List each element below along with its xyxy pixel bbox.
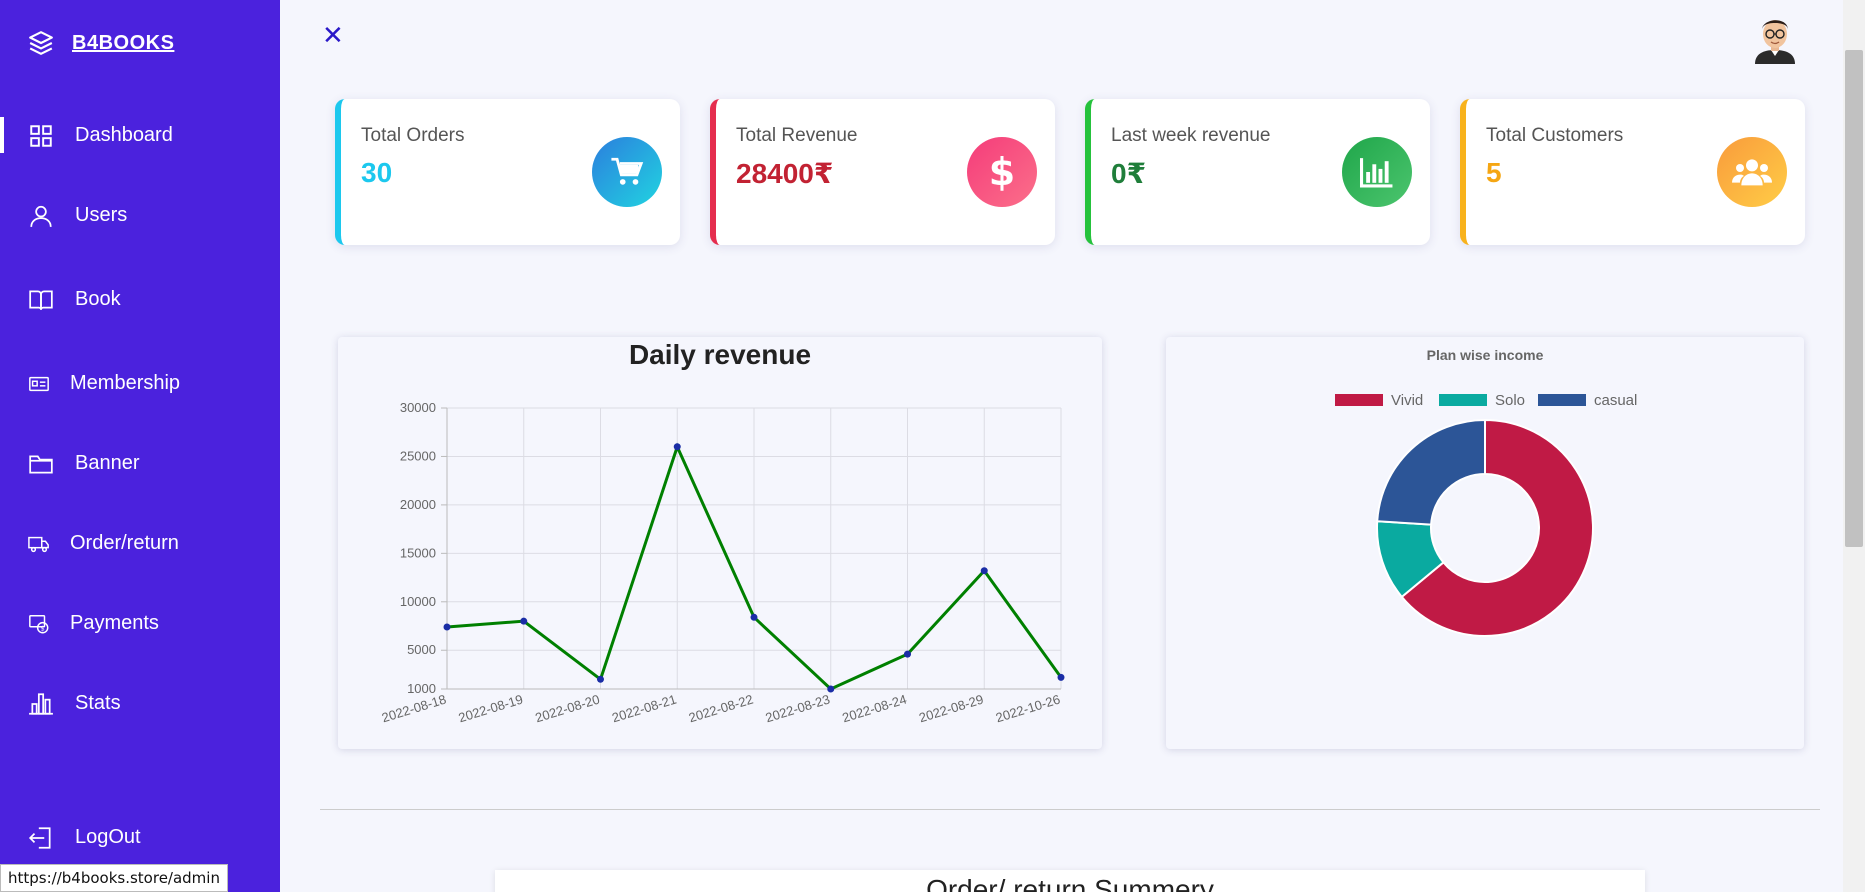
scrollbar-thumb[interactable]	[1845, 50, 1863, 547]
y-tick-label: 15000	[400, 545, 436, 560]
svg-text:$: $	[41, 624, 45, 632]
user-icon	[30, 205, 52, 227]
cart-icon	[592, 137, 662, 207]
sidebar-item-stats[interactable]: Stats	[0, 679, 280, 727]
x-tick-label: 2022-08-19	[457, 692, 525, 726]
data-point[interactable]	[673, 443, 681, 451]
layers-icon	[29, 31, 53, 55]
card-icon	[29, 376, 49, 392]
x-tick-label: 2022-08-22	[687, 692, 755, 726]
folder-icon	[29, 455, 53, 474]
logout-label: LogOut	[75, 826, 141, 848]
sidebar-item-label: Banner	[75, 452, 140, 474]
x-tick-label: 2022-08-18	[380, 692, 448, 726]
sidebar-item-label: Book	[75, 288, 121, 310]
stat-value: 0₹	[1111, 158, 1147, 189]
pie-slice[interactable]	[1376, 418, 1486, 526]
legend-label: casual	[1594, 392, 1637, 409]
x-tick-label: 2022-08-23	[764, 692, 832, 726]
sidebar-item-users[interactable]: Users	[0, 191, 280, 239]
x-tick-label: 2022-08-21	[610, 692, 678, 726]
sidebar-item-dashboard[interactable]: Dashboard	[0, 111, 280, 159]
sidebar-item-label: Stats	[75, 692, 121, 714]
stat-title: Total Customers	[1486, 125, 1624, 146]
legend-swatch	[1335, 394, 1383, 406]
data-point[interactable]	[1057, 673, 1065, 681]
chart-title: Daily revenue	[629, 339, 811, 370]
data-point[interactable]	[520, 617, 528, 625]
data-point[interactable]	[750, 613, 758, 621]
data-point[interactable]	[904, 650, 911, 658]
sidebar-item-membership[interactable]: Membership	[0, 359, 280, 407]
legend-label: Solo	[1495, 392, 1525, 409]
stat-card-total-orders: Total Orders 30	[335, 99, 680, 245]
y-tick-label: 5000	[407, 642, 436, 657]
sidebar-item-label: Order/return	[70, 532, 179, 554]
x-tick-label: 2022-08-29	[917, 692, 985, 726]
legend-label: Vivid	[1391, 392, 1423, 409]
sidebar-item-label: Payments	[70, 612, 159, 634]
close-icon[interactable]: ✕	[322, 22, 344, 48]
logout-icon	[28, 827, 51, 849]
sidebar-item-label: Dashboard	[75, 124, 173, 146]
stat-title: Last week revenue	[1111, 125, 1271, 146]
data-point[interactable]	[980, 567, 988, 575]
stat-value: 30	[361, 157, 393, 188]
x-tick-label: 2022-08-20	[533, 692, 601, 726]
logout-link[interactable]: LogOut	[0, 813, 280, 861]
bar-chart-icon	[1342, 137, 1412, 207]
bar-chart-icon	[29, 693, 53, 715]
y-tick-label: 30000	[400, 400, 436, 415]
order-return-summary: Order/ return Summery	[495, 870, 1645, 892]
plan-wise-income-chart: Plan wise income Vivid Solo casual	[1166, 337, 1804, 749]
x-tick-label: 2022-10-26	[994, 692, 1062, 726]
pie-chart-svg: Plan wise income Vivid Solo casual	[1335, 347, 1637, 637]
line-chart-svg: Daily revenue 30000 25000 20000 15000 10000 5…	[380, 339, 1065, 726]
payments-icon: $	[29, 615, 49, 634]
divider	[320, 809, 1820, 810]
y-tick-label: 25000	[400, 448, 436, 463]
avatar[interactable]	[1753, 12, 1797, 64]
sidebar-item-order-return[interactable]: Order/return	[0, 519, 280, 567]
sidebar-item-banner[interactable]: Banner	[0, 439, 280, 487]
data-point[interactable]	[443, 623, 451, 631]
data-point[interactable]	[597, 675, 604, 683]
y-tick-label: 10000	[400, 594, 436, 609]
grid-icon	[30, 125, 52, 147]
stat-title: Total Revenue	[736, 125, 858, 146]
stat-value: 5	[1486, 157, 1502, 188]
legend-swatch	[1439, 394, 1487, 406]
sidebar-item-payments[interactable]: $ Payments	[0, 599, 280, 647]
brand-name: B4BOOKS	[72, 31, 175, 54]
sidebar-item-book[interactable]: Book	[0, 275, 280, 323]
brand[interactable]: B4BOOKS	[28, 30, 174, 56]
sidebar-item-label: Users	[75, 204, 128, 226]
book-icon	[29, 290, 53, 310]
stat-card-total-customers: Total Customers 5	[1460, 99, 1805, 245]
summary-title: Order/ return Summery	[926, 874, 1214, 892]
y-tick-label: 1000	[407, 681, 436, 696]
users-icon	[1717, 137, 1787, 207]
dollar-icon: $	[967, 137, 1037, 207]
stat-card-last-week-revenue: Last week revenue 0₹	[1085, 99, 1430, 245]
chart-title: Plan wise income	[1427, 347, 1544, 363]
truck-icon	[28, 536, 49, 553]
stat-card-total-revenue: Total Revenue 28400₹ $	[710, 99, 1055, 245]
stat-value: 28400₹	[736, 158, 834, 189]
sidebar: B4BOOKS Dashboard Users Book Membership …	[0, 0, 280, 892]
x-tick-label: 2022-08-24	[840, 692, 908, 726]
data-point[interactable]	[827, 685, 835, 693]
sidebar-item-label: Membership	[70, 372, 181, 394]
status-bar-url: https://b4books.store/admin	[0, 864, 228, 892]
legend-swatch	[1538, 394, 1586, 406]
stat-title: Total Orders	[361, 125, 465, 146]
y-tick-label: 20000	[400, 497, 436, 512]
daily-revenue-chart: Daily revenue 30000 25000 20000 15000 10000 5…	[338, 337, 1102, 749]
